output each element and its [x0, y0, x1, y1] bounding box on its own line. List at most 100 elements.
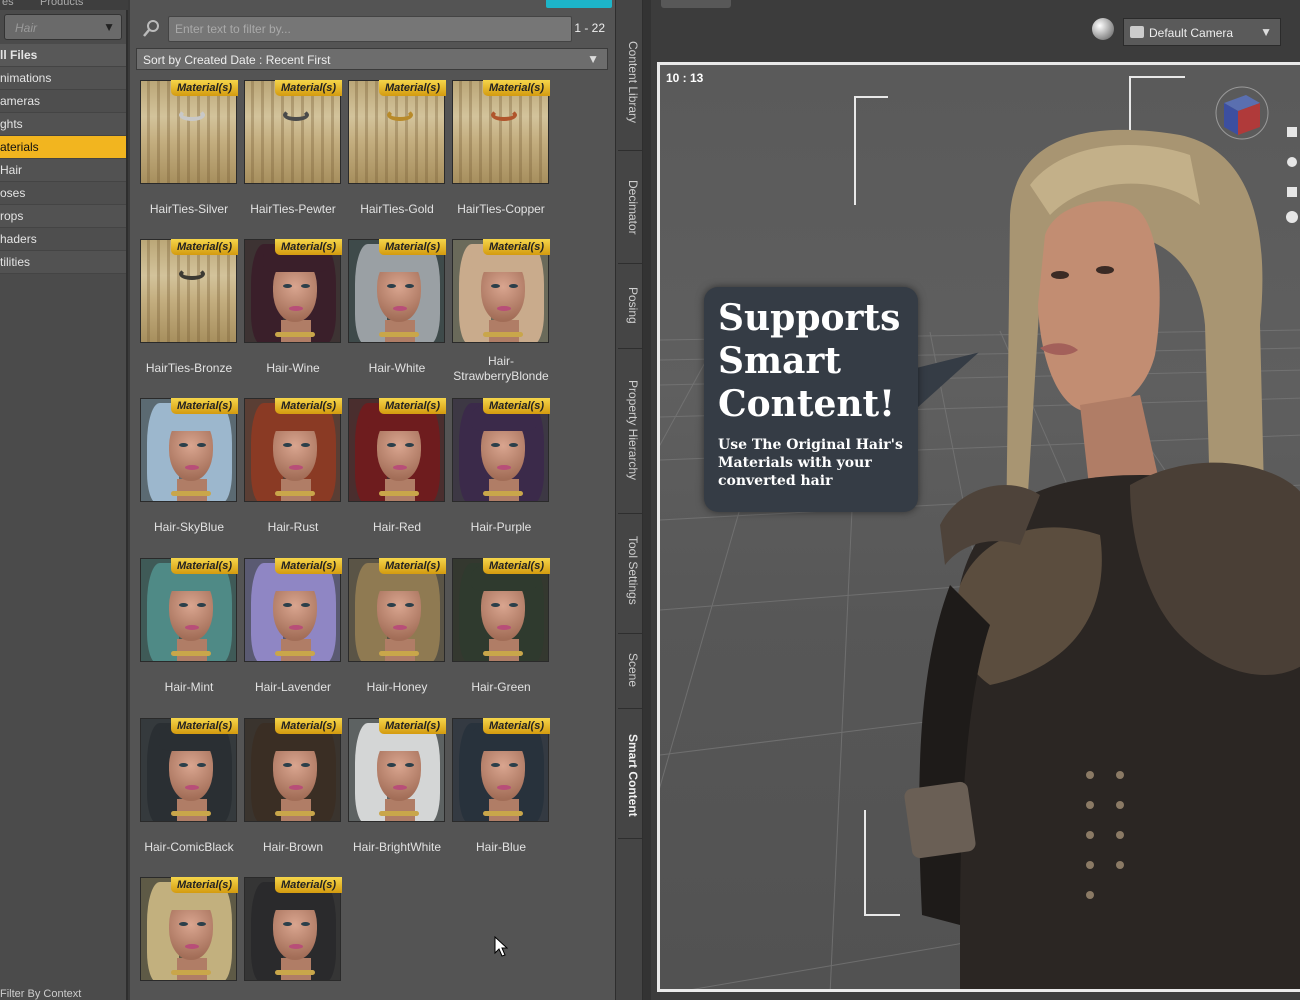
materials-badge: Material(s)	[378, 718, 446, 734]
tab-files[interactable]: es	[2, 0, 14, 8]
search-input[interactable]	[168, 16, 572, 42]
side-tab[interactable]: Tool Settings	[620, 515, 640, 625]
content-thumbnail[interactable]: Material(s) Hair-ComicBlack	[140, 718, 238, 868]
category-item[interactable]: aterials	[0, 136, 126, 159]
content-thumbnail[interactable]: Material(s) HairTies-Pewter	[244, 80, 342, 230]
materials-badge: Material(s)	[482, 398, 550, 414]
thumbnail-label: Hair-Blue	[475, 840, 526, 854]
category-item[interactable]: rops	[0, 205, 126, 228]
materials-badge: Material(s)	[170, 239, 238, 255]
side-tab-separator	[618, 263, 642, 264]
viewport-navigation-tools	[1286, 127, 1298, 223]
scene-render	[660, 76, 1300, 989]
content-thumbnail[interactable]: Material(s) Hair-SkyBlue	[140, 398, 238, 548]
thumbnail-label: Hair-Lavender	[254, 680, 332, 694]
content-thumbnail[interactable]: Material(s) HairTies-Bronze	[140, 239, 238, 389]
content-thumbnail[interactable]: Material(s)	[244, 877, 342, 1000]
category-item[interactable]: ll Files	[0, 44, 126, 67]
callout-body: Use The Original Hair's Materials with y…	[718, 437, 903, 489]
materials-badge: Material(s)	[482, 239, 550, 255]
side-tab[interactable]: Posing	[620, 270, 640, 340]
thumbnail-label: Hair-StrawberryBlonde	[453, 354, 549, 383]
tab-viewport[interactable]	[661, 0, 731, 8]
thumbnail-label: HairTies-Pewter	[250, 202, 336, 216]
chevron-down-icon: ▼	[587, 52, 599, 66]
content-thumbnail[interactable]: Material(s) Hair-Purple	[452, 398, 550, 548]
content-thumbnail[interactable]: Material(s) Hair-Wine	[244, 239, 342, 389]
sort-dropdown[interactable]: Sort by Created Date : Recent First ▼	[136, 48, 608, 70]
content-thumbnail[interactable]: Material(s) Hair-Mint	[140, 558, 238, 708]
category-panel: es Products Hair ▼ ll Files nimations amer…	[0, 0, 128, 1000]
thumbnail-label: Hair-Purple	[470, 520, 532, 534]
search-icon[interactable]	[142, 18, 162, 38]
sort-dropdown-value: Sort by Created Date : Recent First	[143, 53, 331, 67]
materials-badge: Material(s)	[170, 80, 238, 96]
content-thumbnail[interactable]: Material(s) Hair-Green	[452, 558, 550, 708]
content-thumbnail[interactable]: Material(s) Hair-Rust	[244, 398, 342, 548]
content-thumbnail[interactable]: Material(s) Hair-Brown	[244, 718, 342, 868]
materials-badge: Material(s)	[274, 239, 342, 255]
side-tab[interactable]: Decimator	[620, 160, 640, 255]
thumbnail-label: Hair-Rust	[267, 520, 319, 534]
materials-badge: Material(s)	[274, 80, 342, 96]
draw-style-sphere-icon[interactable]	[1092, 18, 1114, 40]
chevron-down-icon: ▼	[1260, 25, 1272, 39]
content-thumbnail[interactable]: Material(s) Hair-Honey	[348, 558, 446, 708]
materials-badge: Material(s)	[378, 398, 446, 414]
smart-content-callout: Supports Smart Content! Use The Original…	[704, 287, 918, 512]
thumbnail-label: Hair-Honey	[366, 680, 428, 694]
content-thumbnail[interactable]: Material(s) Hair-Blue	[452, 718, 550, 868]
3d-scene-view[interactable]: 10 : 13	[657, 62, 1300, 992]
side-tab[interactable]: Scene	[620, 640, 640, 700]
content-thumbnail[interactable]: Material(s)	[140, 877, 238, 1000]
item-range-count: 1 - 22	[574, 21, 605, 35]
content-thumbnail[interactable]: Material(s) HairTies-Gold	[348, 80, 446, 230]
pan-icon[interactable]	[1287, 127, 1297, 137]
top-tab-strip: es Products	[0, 0, 128, 10]
search-bar: 1 - 22	[138, 14, 605, 44]
orbit-icon[interactable]	[1286, 211, 1298, 223]
viewport-toolbar: Default Camera ▼	[651, 12, 1300, 52]
side-tab[interactable]: Property Hierarchy	[620, 355, 640, 505]
materials-badge: Material(s)	[482, 80, 550, 96]
side-tab[interactable]: Smart Content	[620, 720, 640, 830]
category-item[interactable]: ghts	[0, 113, 126, 136]
content-thumbnail[interactable]: Material(s) Hair-StrawberryBlonde	[452, 239, 550, 389]
content-thumbnail[interactable]: Material(s) HairTies-Copper	[452, 80, 550, 230]
thumbnail-label: Hair-Green	[471, 680, 531, 694]
category-item[interactable]: ameras	[0, 90, 126, 113]
mouse-cursor-icon	[494, 936, 508, 957]
camera-dropdown-value: Default Camera	[1149, 26, 1234, 40]
content-thumbnail[interactable]: Material(s) HairTies-Silver	[140, 80, 238, 230]
materials-badge: Material(s)	[274, 558, 342, 574]
category-item[interactable]: haders	[0, 228, 126, 251]
materials-badge: Material(s)	[170, 877, 238, 893]
tab-products[interactable]: Products	[40, 0, 83, 8]
category-item[interactable]: Hair	[0, 159, 126, 182]
materials-badge: Material(s)	[274, 398, 342, 414]
frame-icon[interactable]	[1287, 187, 1297, 197]
content-thumbnail[interactable]: Material(s) Hair-Red	[348, 398, 446, 548]
category-dropdown[interactable]: Hair ▼	[4, 14, 122, 40]
category-item[interactable]: tilities	[0, 251, 126, 274]
content-thumbnail[interactable]: Material(s) Hair-White	[348, 239, 446, 389]
category-item[interactable]: oses	[0, 182, 126, 205]
materials-badge: Material(s)	[170, 398, 238, 414]
panel-splitter[interactable]	[643, 0, 651, 1000]
thumbnail-label: HairTies-Copper	[457, 202, 545, 216]
navigation-cube-icon[interactable]	[1214, 85, 1270, 141]
figure-bracer	[904, 781, 976, 859]
materials-badge: Material(s)	[378, 80, 446, 96]
content-thumbnail[interactable]: Material(s) Hair-Lavender	[244, 558, 342, 708]
zoom-icon[interactable]	[1287, 157, 1297, 167]
category-item[interactable]: nimations	[0, 67, 126, 90]
materials-badge: Material(s)	[170, 718, 238, 734]
camera-dropdown[interactable]: Default Camera ▼	[1123, 18, 1281, 46]
thumbnail-label: Hair-Brown	[262, 840, 323, 854]
login-button[interactable]	[546, 0, 612, 8]
filter-by-context-label[interactable]: Filter By Context	[0, 988, 81, 1000]
thumbnail-label: HairTies-Bronze	[145, 361, 233, 375]
side-tab[interactable]: Content Library	[620, 22, 640, 142]
side-tab-separator	[618, 150, 642, 151]
content-thumbnail[interactable]: Material(s) Hair-BrightWhite	[348, 718, 446, 868]
